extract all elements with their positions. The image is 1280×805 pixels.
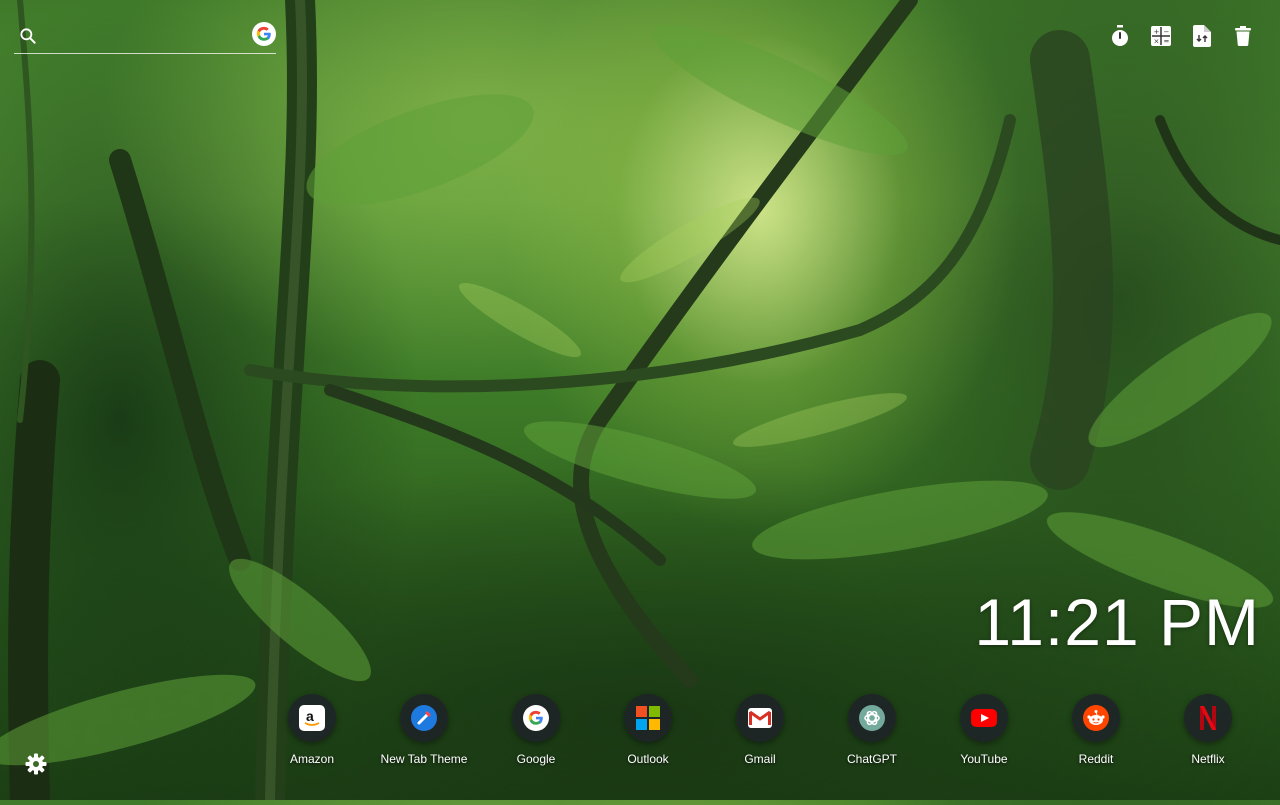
reddit-alien-glyph (1087, 710, 1105, 725)
search-bar (14, 22, 276, 54)
jungle-scenery (0, 0, 1280, 805)
shortcut-youtube[interactable]: YouTube (928, 694, 1040, 766)
search-input[interactable] (46, 22, 260, 52)
shortcut-dock: a Amazon New Tab Theme Google Outlook Gm… (256, 694, 1256, 774)
shortcut-label: Outlook (627, 752, 669, 766)
amazon-icon: a (288, 694, 336, 742)
shortcut-netflix[interactable]: Netflix (1152, 694, 1264, 766)
gear-icon[interactable] (24, 752, 48, 776)
netflix-icon (1184, 694, 1232, 742)
svg-text:a: a (306, 708, 314, 724)
shortcut-label: Reddit (1078, 752, 1114, 766)
youtube-play-glyph (971, 709, 997, 727)
trash-icon[interactable] (1232, 24, 1254, 48)
shortcut-label: YouTube (960, 752, 1008, 766)
google-g-glyph (528, 710, 543, 725)
file-convert-icon[interactable] (1191, 24, 1213, 48)
shortcut-label: Amazon (289, 752, 335, 766)
top-toolbar: + − × = (1109, 24, 1254, 48)
search-underline (14, 53, 276, 54)
svg-text:−: − (1164, 28, 1170, 36)
shortcut-outlook[interactable]: Outlook (592, 694, 704, 766)
calculator-icon[interactable]: + − × = (1150, 24, 1172, 48)
youtube-icon (960, 694, 1008, 742)
svg-text:+: + (1154, 28, 1160, 36)
shortcut-chatgpt[interactable]: ChatGPT (816, 694, 928, 766)
shortcut-gmail[interactable]: Gmail (704, 694, 816, 766)
shortcut-reddit[interactable]: Reddit (1040, 694, 1152, 766)
background-jungle-image (0, 0, 1280, 805)
outlook-icon (624, 694, 672, 742)
reddit-icon (1072, 694, 1120, 742)
shortcut-new-tab-theme[interactable]: New Tab Theme (368, 694, 480, 766)
envelope-glyph (749, 710, 771, 725)
shortcut-amazon[interactable]: a Amazon (256, 694, 368, 766)
new-tab-theme-icon (400, 694, 448, 742)
google-icon (512, 694, 560, 742)
shortcut-label: ChatGPT (846, 752, 897, 766)
shortcut-label: Gmail (744, 752, 776, 766)
calculator-glyph: + − × = (1151, 26, 1171, 46)
shortcut-label: New Tab Theme (380, 752, 468, 766)
shortcut-label: Google (516, 752, 556, 766)
google-g-icon (256, 26, 271, 41)
openai-knot-glyph (864, 710, 880, 726)
timer-glyph (1112, 25, 1128, 46)
brush-glyph (417, 711, 431, 725)
timer-icon[interactable] (1109, 24, 1131, 48)
clock-time: 11:21 PM (974, 585, 1260, 659)
gear-glyph (25, 753, 47, 775)
shortcut-google[interactable]: Google (480, 694, 592, 766)
trash-glyph (1235, 26, 1251, 46)
svg-text:=: = (1164, 38, 1170, 46)
windows-tiles-glyph (636, 706, 660, 730)
amazon-glyph: a (304, 708, 320, 726)
file-convert-glyph (1193, 25, 1211, 47)
shortcut-label: Netflix (1191, 752, 1225, 766)
gmail-icon (736, 694, 784, 742)
chatgpt-icon (848, 694, 896, 742)
svg-text:×: × (1154, 38, 1160, 46)
netflix-n-glyph (1200, 706, 1216, 730)
search-icon[interactable] (18, 26, 38, 46)
google-icon[interactable] (252, 22, 276, 46)
